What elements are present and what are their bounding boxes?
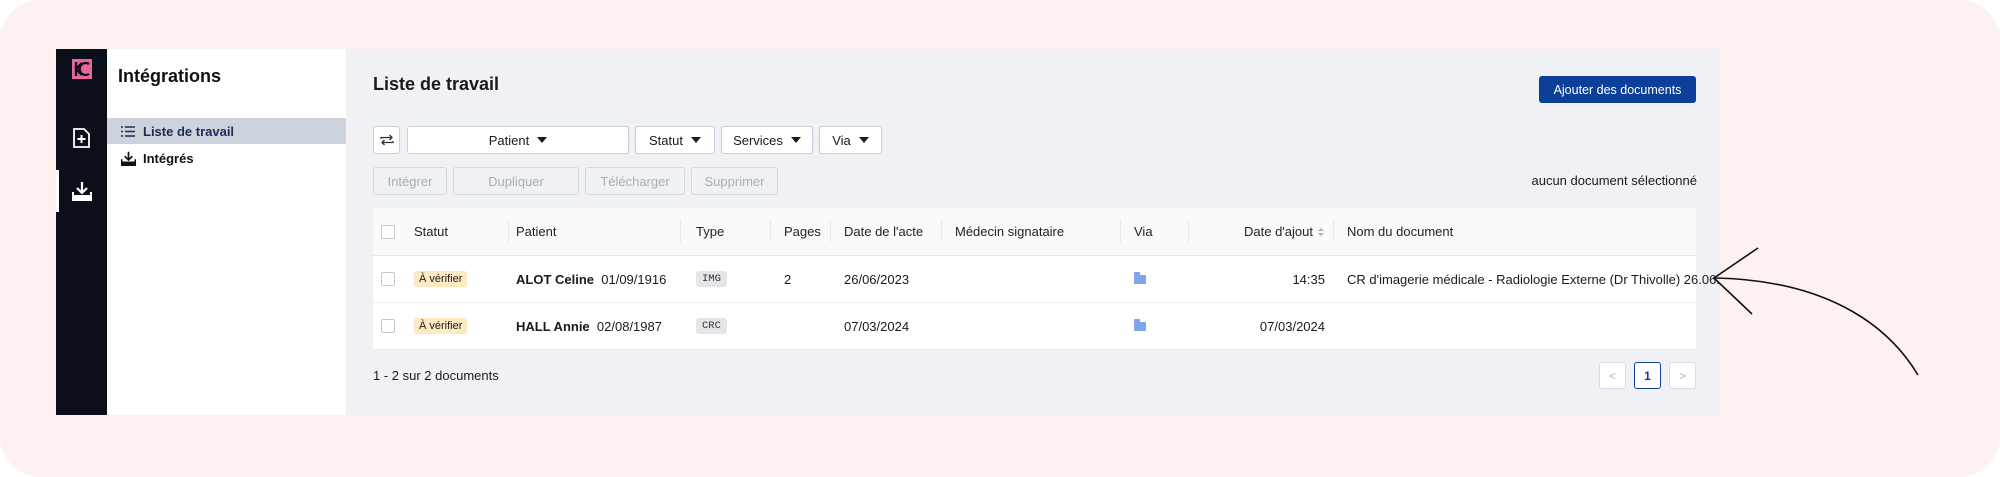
inbox-download-icon: [71, 182, 92, 201]
column-header-via[interactable]: Via: [1134, 208, 1153, 255]
status-badge: À vérifier: [414, 271, 468, 287]
folder-icon: [1134, 318, 1146, 331]
page-title: Liste de travail: [373, 74, 500, 94]
patient-filter-dropdown[interactable]: Patient: [407, 126, 629, 154]
add-documents-button[interactable]: Ajouter des documents: [1539, 76, 1696, 103]
date-acte-cell: 07/03/2024: [844, 318, 910, 334]
rail-integrated-button[interactable]: [56, 170, 107, 212]
pagination-summary: 1 - 2 sur 2 documents: [373, 368, 499, 383]
refresh-button[interactable]: [373, 126, 400, 154]
table-header: Statut Patient Type Pages Date de l'acte…: [373, 208, 1696, 256]
type-badge: IMG: [696, 271, 727, 287]
patient-cell: ALOT Celine 01/09/1916: [516, 256, 666, 302]
column-header-date-ajout-label: Date d'ajout: [1244, 224, 1313, 239]
column-header-pages[interactable]: Pages: [784, 208, 821, 255]
column-header-date-acte[interactable]: Date de l'acte: [844, 208, 923, 255]
sidebar-item-integres[interactable]: Intégrés: [107, 145, 346, 171]
document-name-cell: CR d'imagerie médicale - Radiologie Exte…: [1347, 271, 1720, 287]
file-add-icon: [73, 128, 90, 148]
column-header-nom-document[interactable]: Nom du document: [1347, 208, 1453, 255]
sidebar-item-label: Intégrés: [143, 150, 194, 166]
sidebar-item-liste-de-travail[interactable]: Liste de travail: [107, 118, 346, 144]
sidebar-item-label: Liste de travail: [143, 123, 235, 139]
row-checkbox[interactable]: [381, 303, 395, 349]
column-header-statut[interactable]: Statut: [414, 208, 448, 255]
sort-icon: [1318, 227, 1324, 236]
table-row[interactable]: À vérifier ALOT Celine 01/09/1916 IMG 2 …: [373, 256, 1720, 303]
chevron-down-icon: [790, 137, 801, 143]
annotation-arrow-icon: [1712, 247, 1919, 376]
icon-rail: [56, 49, 107, 415]
services-filter-dropdown[interactable]: Services: [721, 126, 813, 154]
select-all-checkbox[interactable]: [381, 208, 395, 255]
date-ajout-cell: 14:35: [1292, 271, 1325, 287]
telecharger-button[interactable]: Télécharger: [585, 167, 685, 195]
main-content: Liste de travail Ajouter des documents P…: [346, 49, 1720, 415]
integrer-button[interactable]: Intégrer: [373, 167, 447, 195]
column-header-medecin[interactable]: Médecin signataire: [955, 208, 1064, 255]
column-header-type[interactable]: Type: [696, 208, 724, 255]
app-logo-icon[interactable]: [72, 59, 92, 79]
list-icon: [121, 125, 139, 137]
statut-filter-dropdown[interactable]: Statut: [635, 126, 715, 154]
supprimer-button[interactable]: Supprimer: [691, 167, 778, 195]
patient-name: HALL Annie: [516, 318, 590, 334]
date-acte-cell: 26/06/2023: [844, 271, 910, 287]
pagination-prev-button[interactable]: <: [1599, 362, 1626, 389]
patient-filter-label: Patient: [488, 132, 530, 148]
refresh-icon: [379, 134, 394, 146]
documents-table: Statut Patient Type Pages Date de l'acte…: [373, 208, 1720, 350]
app-window: Intégrations Liste de travail Intégrés L…: [56, 49, 1720, 415]
via-filter-dropdown[interactable]: Via: [819, 126, 882, 154]
services-filter-label: Services: [733, 132, 783, 148]
sidebar-title: Intégrations: [118, 66, 222, 86]
table-row[interactable]: À vérifier HALL Annie 02/08/1987 CRC 07/…: [373, 303, 1696, 350]
folder-icon: [1134, 271, 1146, 284]
via-filter-label: Via: [832, 132, 851, 148]
row-checkbox[interactable]: [381, 256, 395, 302]
dupliquer-button[interactable]: Dupliquer: [453, 167, 579, 195]
date-ajout-cell: 07/03/2024: [1259, 318, 1325, 334]
chevron-down-icon: [690, 137, 701, 143]
pagination-page-1[interactable]: 1: [1634, 362, 1661, 389]
patient-cell: HALL Annie 02/08/1987: [516, 303, 662, 349]
status-badge: À vérifier: [414, 318, 468, 334]
pagination-next-button[interactable]: >: [1669, 362, 1696, 389]
type-badge: CRC: [696, 318, 727, 334]
pages-cell: 2: [784, 271, 792, 287]
column-header-patient[interactable]: Patient: [516, 208, 556, 255]
rail-add-document-button[interactable]: [56, 117, 107, 159]
sidebar: Intégrations Liste de travail Intégrés: [107, 49, 346, 415]
column-header-date-ajout[interactable]: Date d'ajout: [1210, 208, 1325, 255]
selection-status: aucun document sélectionné: [1531, 173, 1697, 188]
statut-filter-label: Statut: [649, 132, 683, 148]
chevron-down-icon: [858, 137, 869, 143]
inbox-download-icon: [121, 151, 139, 166]
patient-dob: 02/08/1987: [596, 318, 662, 334]
chevron-down-icon: [537, 137, 548, 143]
patient-name: ALOT Celine: [516, 271, 595, 287]
patient-dob: 01/09/1916: [601, 271, 667, 287]
